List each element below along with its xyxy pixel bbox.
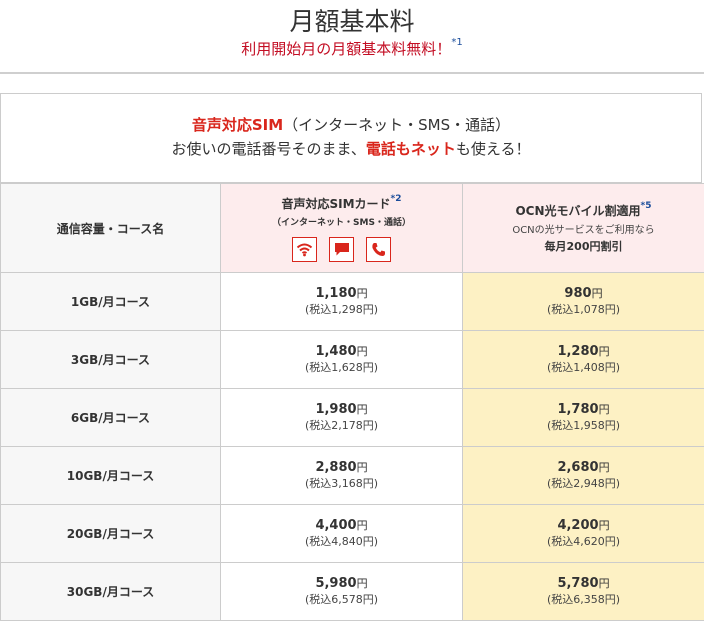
- ocn-discount-text: 毎月200円割引: [463, 238, 704, 254]
- sim-price: 4,400円: [221, 518, 462, 534]
- sim-price-cell: 2,880円 (税込3,168円): [221, 447, 463, 505]
- ocn-price: 980円: [463, 286, 704, 302]
- sim-price-cell: 1,480円 (税込1,628円): [221, 331, 463, 389]
- table-row: 1GB/月コース 1,180円 (税込1,298円) 980円 (税込1,078…: [1, 273, 704, 331]
- sim-price: 5,980円: [221, 576, 462, 592]
- sim-price-tax: (税込1,628円): [221, 360, 462, 375]
- ocn-price: 5,780円: [463, 576, 704, 592]
- sim-price-cell: 5,980円 (税込6,578円): [221, 563, 463, 621]
- ocn-price-cell: 980円 (税込1,078円): [463, 273, 704, 331]
- ocn-price: 2,680円: [463, 460, 704, 476]
- free-first-month-text: 利用開始月の月額基本料無料！: [241, 40, 451, 58]
- table-row: 6GB/月コース 1,980円 (税込2,178円) 1,780円 (税込1,9…: [1, 389, 704, 447]
- footnote-mark-2[interactable]: *2: [391, 194, 402, 204]
- ocn-price-cell: 5,780円 (税込6,358円): [463, 563, 704, 621]
- sim-price-tax: (税込6,578円): [221, 592, 462, 607]
- ocn-price-tax: (税込1,078円): [463, 302, 704, 317]
- sim-column-title: 音声対応SIMカード: [281, 197, 390, 211]
- ocn-column-title-wrap: OCN光モバイル割適用*5: [463, 202, 704, 219]
- course-name: 10GB/月コース: [1, 447, 221, 505]
- sim-column-subtitle: （インターネット・SMS・通話）: [221, 215, 462, 228]
- sim-price-tax: (税込1,298円): [221, 302, 462, 317]
- course-column-header: 通信容量・コース名: [1, 184, 221, 273]
- ocn-price-tax: (税込2,948円): [463, 476, 704, 491]
- phone-icon: [366, 237, 391, 262]
- ocn-price: 4,200円: [463, 518, 704, 534]
- intro-sim-name: 音声対応SIM: [192, 116, 283, 134]
- intro-line2-pre: お使いの電話番号そのまま、: [172, 140, 366, 158]
- sim-price: 2,880円: [221, 460, 462, 476]
- table-row: 3GB/月コース 1,480円 (税込1,628円) 1,280円 (税込1,4…: [1, 331, 704, 389]
- sim-price: 1,480円: [221, 344, 462, 360]
- ocn-price-cell: 1,280円 (税込1,408円): [463, 331, 704, 389]
- course-name: 1GB/月コース: [1, 273, 221, 331]
- table-row: 30GB/月コース 5,980円 (税込6,578円) 5,780円 (税込6,…: [1, 563, 704, 621]
- ocn-column-title: OCN光モバイル割適用: [515, 204, 640, 218]
- sim-price: 1,980円: [221, 402, 462, 418]
- price-table: 通信容量・コース名 音声対応SIMカード*2 （インターネット・SMS・通話）: [0, 183, 704, 621]
- header-divider: [0, 72, 704, 74]
- sim-feature-icons: [221, 237, 462, 262]
- ocn-price-tax: (税込4,620円): [463, 534, 704, 549]
- ocn-column-note: OCNの光サービスをご利用なら: [463, 221, 704, 236]
- sim-price-cell: 1,180円 (税込1,298円): [221, 273, 463, 331]
- course-name: 3GB/月コース: [1, 331, 221, 389]
- sim-price-tax: (税込2,178円): [221, 418, 462, 433]
- course-name: 30GB/月コース: [1, 563, 221, 621]
- ocn-column-header: OCN光モバイル割適用*5 OCNの光サービスをご利用なら 毎月200円割引: [463, 184, 704, 273]
- intro-line2-post: も使える！: [456, 140, 531, 158]
- wifi-icon: [292, 237, 317, 262]
- plan-section: 音声対応SIM（インターネット・SMS・通話） お使いの電話番号そのまま、電話も…: [0, 93, 702, 621]
- sim-column-header: 音声対応SIMカード*2 （インターネット・SMS・通話）: [221, 184, 463, 273]
- ocn-price-tax: (税込1,958円): [463, 418, 704, 433]
- sms-icon: [329, 237, 354, 262]
- ocn-price-cell: 4,200円 (税込4,620円): [463, 505, 704, 563]
- table-row: 20GB/月コース 4,400円 (税込4,840円) 4,200円 (税込4,…: [1, 505, 704, 563]
- sim-price: 1,180円: [221, 286, 462, 302]
- intro-line2-strong: 電話もネット: [366, 140, 456, 158]
- sim-price-tax: (税込4,840円): [221, 534, 462, 549]
- intro-sim-features: （インターネット・SMS・通話）: [283, 116, 510, 134]
- intro-line-2: お使いの電話番号そのまま、電話もネットも使える！: [1, 138, 701, 160]
- ocn-price: 1,280円: [463, 344, 704, 360]
- ocn-price-cell: 1,780円 (税込1,958円): [463, 389, 704, 447]
- footnote-mark-1[interactable]: *1: [451, 37, 462, 48]
- course-name: 20GB/月コース: [1, 505, 221, 563]
- ocn-price-tax: (税込6,358円): [463, 592, 704, 607]
- table-row: 10GB/月コース 2,880円 (税込3,168円) 2,680円 (税込2,…: [1, 447, 704, 505]
- ocn-price-cell: 2,680円 (税込2,948円): [463, 447, 704, 505]
- sim-column-title-wrap: 音声対応SIMカード*2: [221, 195, 462, 212]
- sim-price-cell: 1,980円 (税込2,178円): [221, 389, 463, 447]
- ocn-price-tax: (税込1,408円): [463, 360, 704, 375]
- ocn-price: 1,780円: [463, 402, 704, 418]
- page-subtitle: 利用開始月の月額基本料無料！*1: [0, 38, 704, 59]
- sim-price-cell: 4,400円 (税込4,840円): [221, 505, 463, 563]
- course-name: 6GB/月コース: [1, 389, 221, 447]
- footnote-mark-5[interactable]: *5: [641, 201, 652, 211]
- plan-intro: 音声対応SIM（インターネット・SMS・通話） お使いの電話番号そのまま、電話も…: [1, 94, 701, 183]
- page-title: 月額基本料: [0, 2, 704, 38]
- sim-price-tax: (税込3,168円): [221, 476, 462, 491]
- intro-line-1: 音声対応SIM（インターネット・SMS・通話）: [1, 114, 701, 136]
